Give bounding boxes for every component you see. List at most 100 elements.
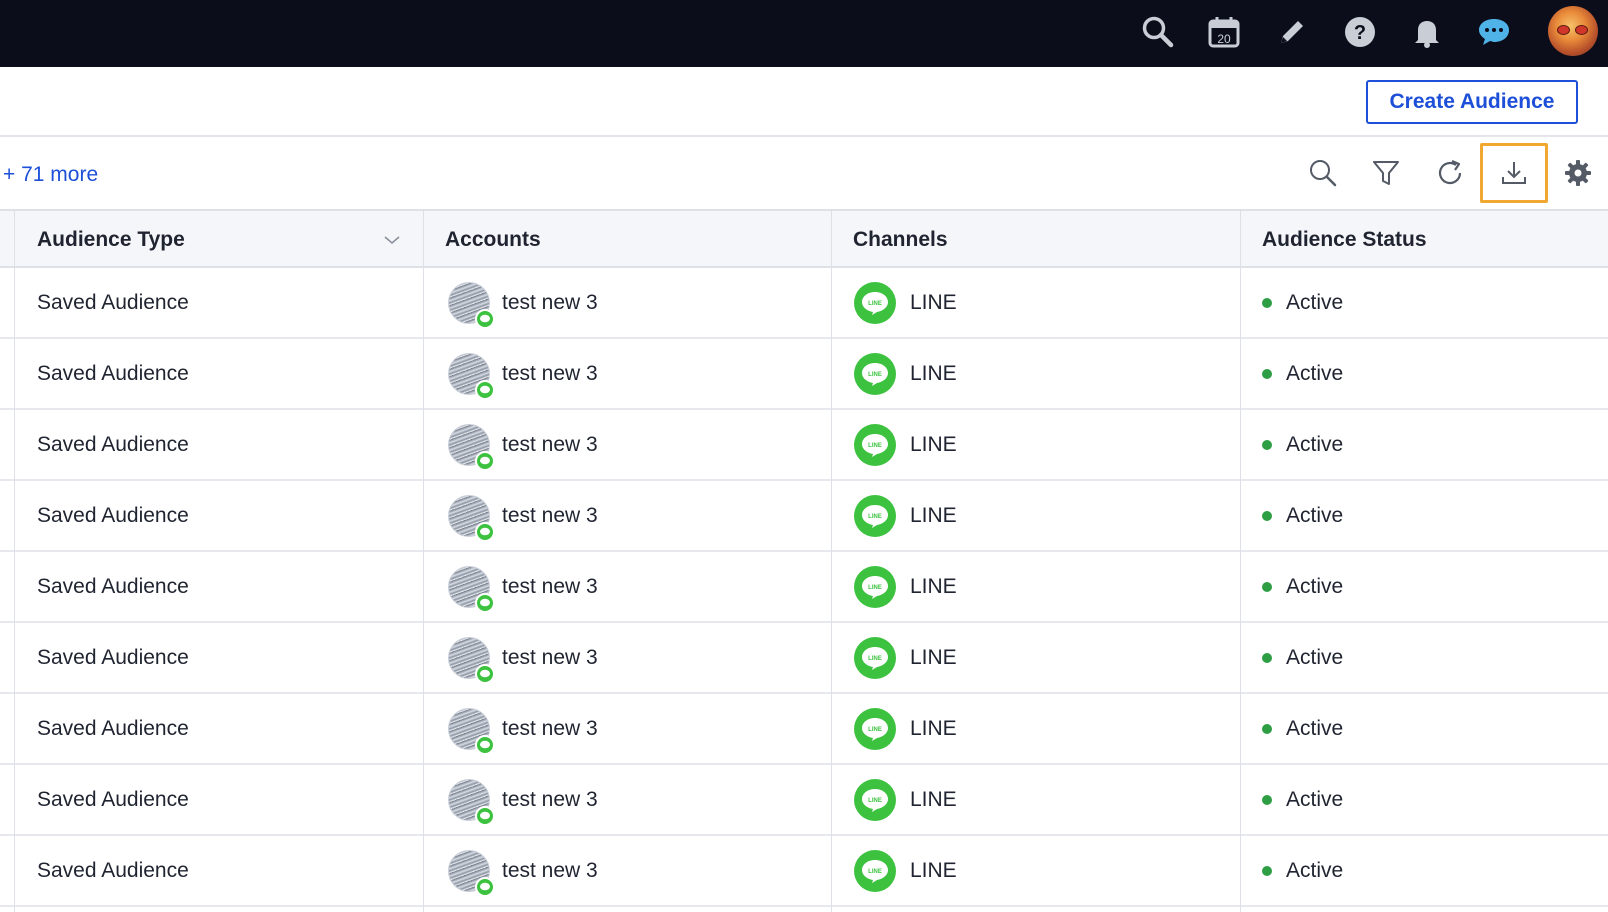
column-header-audience-status[interactable]: Audience Status bbox=[1262, 211, 1427, 268]
column-divider bbox=[831, 211, 832, 912]
audience-type-cell: Saved Audience bbox=[37, 268, 189, 337]
account-name[interactable]: test new 3 bbox=[502, 291, 598, 315]
bell-icon[interactable] bbox=[1407, 12, 1447, 52]
status-cell: Active bbox=[1262, 836, 1343, 905]
account-cell[interactable]: test new 3 bbox=[448, 694, 598, 763]
audience-type-text: Saved Audience bbox=[37, 716, 189, 740]
status-dot-icon bbox=[1262, 368, 1272, 379]
audience-type-text: Saved Audience bbox=[37, 290, 189, 314]
channel-name: LINE bbox=[910, 574, 957, 598]
channel-name: LINE bbox=[910, 716, 957, 740]
svg-text:?: ? bbox=[1354, 22, 1366, 44]
svg-text:LINE: LINE bbox=[868, 514, 882, 520]
refresh-icon[interactable] bbox=[1428, 151, 1472, 195]
audience-type-cell: Saved Audience bbox=[37, 481, 189, 550]
filter-icon[interactable] bbox=[1364, 151, 1408, 195]
channel-cell: LINE LINE bbox=[854, 552, 957, 621]
download-icon[interactable] bbox=[1480, 143, 1548, 203]
channel-name: LINE bbox=[910, 361, 957, 385]
line-icon: LINE bbox=[854, 636, 896, 679]
audience-type-cell: Saved Audience bbox=[37, 623, 189, 692]
pencil-icon[interactable] bbox=[1272, 12, 1312, 52]
chevron-down-icon[interactable] bbox=[383, 233, 401, 247]
line-icon: LINE bbox=[854, 494, 896, 537]
account-cell[interactable]: test new 3 bbox=[448, 410, 598, 479]
audience-type-text: Saved Audience bbox=[37, 645, 189, 669]
account-cell[interactable]: test new 3 bbox=[448, 268, 598, 337]
column-header-audience-type[interactable]: Audience Type bbox=[37, 211, 185, 268]
search-icon[interactable] bbox=[1301, 151, 1345, 195]
audience-type-cell: Saved Audience bbox=[37, 339, 189, 408]
account-cell[interactable]: test new 3 bbox=[448, 481, 598, 550]
page-header: Create Audience bbox=[0, 67, 1608, 137]
account-name[interactable]: test new 3 bbox=[502, 788, 598, 812]
table-row[interactable]: Saved Audience test new 3 LINE LINE Active bbox=[0, 552, 1608, 623]
svg-text:LINE: LINE bbox=[868, 656, 882, 662]
channel-name: LINE bbox=[910, 858, 957, 882]
account-avatar bbox=[448, 565, 495, 613]
account-avatar bbox=[448, 352, 495, 400]
table-row[interactable]: Saved Audience test new 3 LINE LINE Active bbox=[0, 268, 1608, 339]
audience-type-text: Saved Audience bbox=[37, 574, 189, 598]
channel-cell: LINE LINE bbox=[854, 481, 957, 550]
account-name[interactable]: test new 3 bbox=[502, 575, 598, 599]
column-header-accounts[interactable]: Accounts bbox=[445, 211, 541, 268]
account-name[interactable]: test new 3 bbox=[502, 504, 598, 528]
svg-text:LINE: LINE bbox=[868, 585, 882, 591]
account-cell[interactable]: test new 3 bbox=[448, 339, 598, 408]
column-header-channels[interactable]: Channels bbox=[853, 211, 948, 268]
status-dot-icon bbox=[1262, 723, 1272, 734]
line-badge-icon bbox=[475, 450, 495, 471]
account-cell[interactable]: test new 3 bbox=[448, 552, 598, 621]
line-badge-icon bbox=[475, 805, 495, 826]
search-icon[interactable] bbox=[1138, 12, 1178, 52]
table-row[interactable]: Saved Audience test new 3 LINE LINE Active bbox=[0, 339, 1608, 410]
table-row[interactable]: Saved Audience test new 3 LINE LINE Active bbox=[0, 623, 1608, 694]
user-avatar[interactable] bbox=[1548, 6, 1598, 56]
channel-name: LINE bbox=[910, 290, 957, 314]
table-row[interactable]: Saved Audience test new 3 LINE LINE Active bbox=[0, 481, 1608, 552]
gear-icon[interactable] bbox=[1556, 151, 1600, 195]
chat-icon[interactable] bbox=[1474, 12, 1514, 52]
account-avatar bbox=[448, 423, 495, 471]
account-cell[interactable]: test new 3 bbox=[448, 765, 598, 834]
status-cell: Active bbox=[1262, 694, 1343, 763]
account-name[interactable]: test new 3 bbox=[502, 362, 598, 386]
status-badge: Active bbox=[1286, 716, 1344, 740]
table-row[interactable]: Saved Audience test new 3 LINE LINE Active bbox=[0, 410, 1608, 481]
audience-type-text: Saved Audience bbox=[37, 432, 189, 456]
status-dot-icon bbox=[1262, 510, 1272, 521]
account-name[interactable]: test new 3 bbox=[502, 433, 598, 457]
more-filters-link[interactable]: + 71 more bbox=[3, 163, 98, 187]
line-icon: LINE bbox=[854, 849, 896, 892]
account-cell[interactable]: test new 3 bbox=[448, 623, 598, 692]
help-icon[interactable]: ? bbox=[1340, 12, 1380, 52]
table-row[interactable]: Saved Audience test new 3 LINE LINE Active bbox=[0, 765, 1608, 836]
channel-cell: LINE LINE bbox=[854, 836, 957, 905]
table-row[interactable]: Saved Audience test new 3 LINE LINE Active bbox=[0, 694, 1608, 765]
account-cell[interactable]: test new 3 bbox=[448, 836, 598, 905]
calendar-day-number: 20 bbox=[1217, 32, 1231, 46]
line-icon: LINE bbox=[854, 707, 896, 750]
channel-name: LINE bbox=[910, 503, 957, 527]
avatar-sunglasses bbox=[1557, 25, 1589, 35]
account-avatar bbox=[448, 494, 495, 542]
audience-type-text: Saved Audience bbox=[37, 361, 189, 385]
account-name[interactable]: test new 3 bbox=[502, 859, 598, 883]
create-audience-button[interactable]: Create Audience bbox=[1366, 80, 1578, 124]
account-name[interactable]: test new 3 bbox=[502, 717, 598, 741]
table-row[interactable]: Saved Audience test new 3 LINE LINE Active bbox=[0, 836, 1608, 907]
column-divider bbox=[14, 211, 15, 912]
line-badge-icon bbox=[475, 592, 495, 613]
status-cell: Active bbox=[1262, 481, 1343, 550]
status-cell: Active bbox=[1262, 552, 1343, 621]
line-badge-icon bbox=[475, 734, 495, 755]
account-name[interactable]: test new 3 bbox=[502, 646, 598, 670]
status-dot-icon bbox=[1262, 865, 1272, 876]
calendar-icon[interactable]: 20 bbox=[1204, 12, 1244, 52]
audience-type-text: Saved Audience bbox=[37, 858, 189, 882]
line-icon: LINE bbox=[854, 423, 896, 466]
status-cell: Active bbox=[1262, 268, 1343, 337]
audience-type-text: Saved Audience bbox=[37, 503, 189, 527]
audience-type-cell: Saved Audience bbox=[37, 694, 189, 763]
